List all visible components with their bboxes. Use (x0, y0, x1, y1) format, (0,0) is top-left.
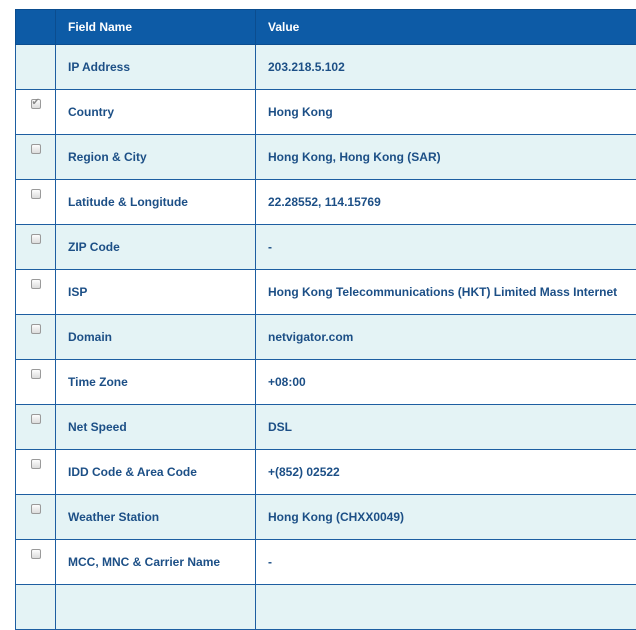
table-row: Net SpeedDSL (16, 405, 636, 450)
table-row: IDD Code & Area Code+(852) 02522 (16, 450, 636, 495)
value-cell: 203.218.5.102 (256, 45, 636, 90)
field-name-cell: ZIP Code (56, 225, 256, 270)
value-cell: Hong Kong (CHXX0049) (256, 495, 636, 540)
field-name-cell: Latitude & Longitude (56, 180, 256, 225)
value-cell: 22.28552, 114.15769 (256, 180, 636, 225)
row-checkbox-cell (16, 540, 56, 585)
header-value: Value (256, 10, 636, 45)
table-row: ZIP Code- (16, 225, 636, 270)
value-cell: - (256, 540, 636, 585)
row-checkbox[interactable] (31, 459, 41, 469)
row-checkbox[interactable] (31, 504, 41, 514)
row-checkbox-cell (16, 270, 56, 315)
row-checkbox[interactable] (31, 234, 41, 244)
row-checkbox-checked[interactable] (31, 99, 41, 109)
table-row: Region & CityHong Kong, Hong Kong (SAR) (16, 135, 636, 180)
row-checkbox-cell (16, 135, 56, 180)
value-cell: Hong Kong, Hong Kong (SAR) (256, 135, 636, 180)
field-name-cell: Country (56, 90, 256, 135)
row-checkbox-cell (16, 180, 56, 225)
field-name-cell: Time Zone (56, 360, 256, 405)
table-row: ISPHong Kong Telecommunications (HKT) Li… (16, 270, 636, 315)
field-name-cell: Domain (56, 315, 256, 360)
header-field-name: Field Name (56, 10, 256, 45)
field-name-cell: IP Address (56, 45, 256, 90)
field-name-cell: Region & City (56, 135, 256, 180)
field-name-cell: Weather Station (56, 495, 256, 540)
table-row: CountryHong Kong (16, 90, 636, 135)
field-name-cell: IDD Code & Area Code (56, 450, 256, 495)
row-checkbox[interactable] (31, 279, 41, 289)
row-checkbox[interactable] (31, 414, 41, 424)
row-checkbox[interactable] (31, 189, 41, 199)
value-cell: +08:00 (256, 360, 636, 405)
header-checkbox-column (16, 10, 56, 45)
field-name-cell (56, 585, 256, 630)
table-header-row: Field Name Value (16, 10, 636, 45)
value-cell: Hong Kong Telecommunications (HKT) Limit… (256, 270, 636, 315)
row-checkbox-cell (16, 585, 56, 630)
table-row (16, 585, 636, 630)
field-name-cell: Net Speed (56, 405, 256, 450)
table-row: Latitude & Longitude22.28552, 114.15769 (16, 180, 636, 225)
row-checkbox-cell (16, 360, 56, 405)
field-name-cell: MCC, MNC & Carrier Name (56, 540, 256, 585)
field-name-cell: ISP (56, 270, 256, 315)
row-checkbox-cell (16, 225, 56, 270)
value-cell: +(852) 02522 (256, 450, 636, 495)
table-row: Domainnetvigator.com (16, 315, 636, 360)
value-cell: DSL (256, 405, 636, 450)
row-checkbox[interactable] (31, 549, 41, 559)
geolocation-table-container: Field Name Value IP Address203.218.5.102… (15, 9, 636, 630)
row-checkbox-cell (16, 405, 56, 450)
table-row: Time Zone+08:00 (16, 360, 636, 405)
row-checkbox-cell (16, 90, 56, 135)
row-checkbox[interactable] (31, 324, 41, 334)
value-cell: Hong Kong (256, 90, 636, 135)
row-checkbox-cell (16, 495, 56, 540)
table-row: MCC, MNC & Carrier Name- (16, 540, 636, 585)
row-checkbox-cell (16, 45, 56, 90)
value-cell (256, 585, 636, 630)
value-cell: netvigator.com (256, 315, 636, 360)
geolocation-table: Field Name Value IP Address203.218.5.102… (15, 9, 636, 630)
table-row: IP Address203.218.5.102 (16, 45, 636, 90)
row-checkbox-cell (16, 315, 56, 360)
value-cell: - (256, 225, 636, 270)
row-checkbox[interactable] (31, 369, 41, 379)
table-row: Weather StationHong Kong (CHXX0049) (16, 495, 636, 540)
row-checkbox[interactable] (31, 144, 41, 154)
row-checkbox-cell (16, 450, 56, 495)
